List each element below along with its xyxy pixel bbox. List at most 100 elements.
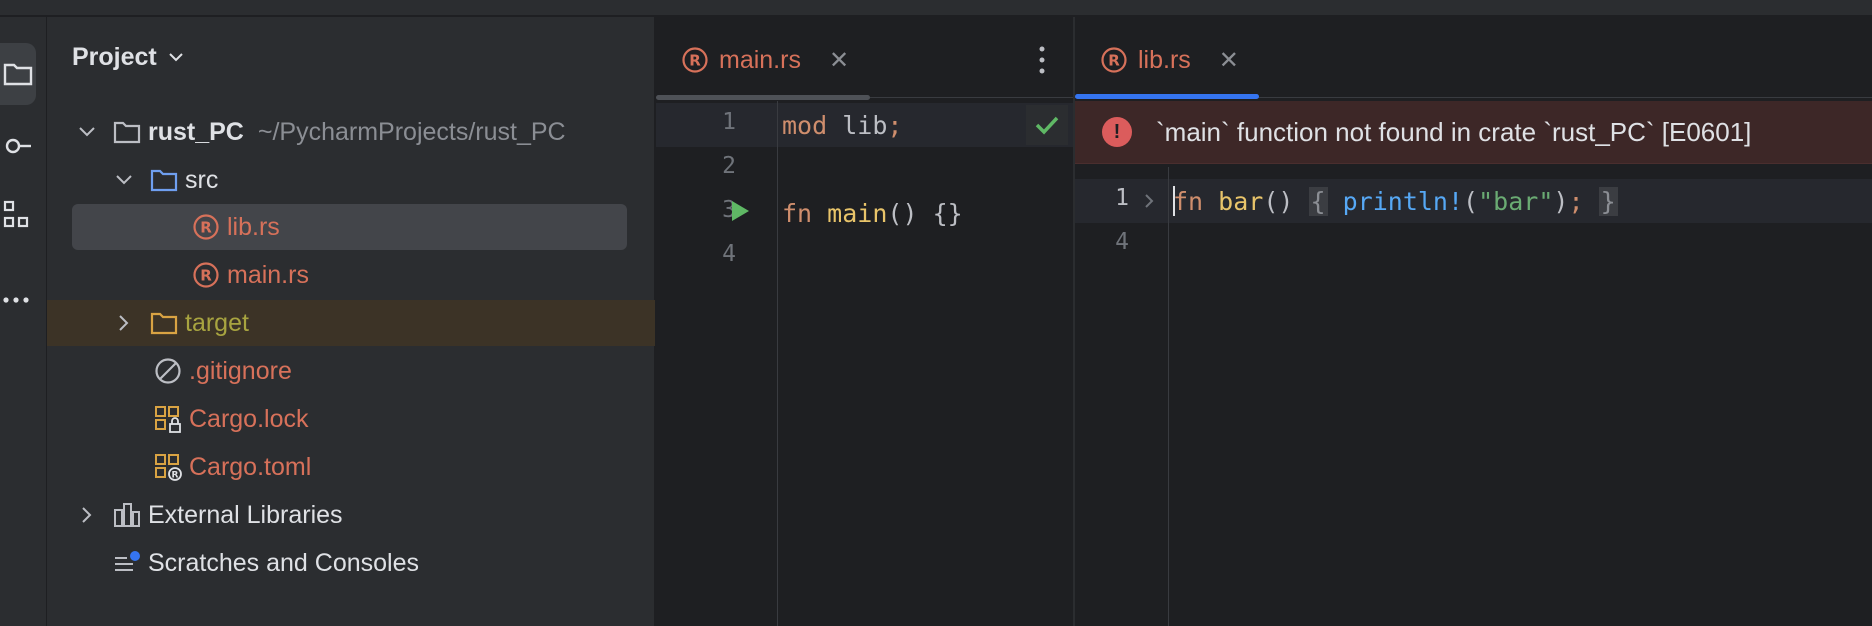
fold-chevron-icon[interactable] <box>1143 192 1155 214</box>
editor-tab-bar: R lib.rs ✕ <box>1075 17 1872 98</box>
line-number: 1 <box>722 109 736 135</box>
tree-node-gitignore[interactable]: .gitignore <box>47 348 760 394</box>
rust-file-icon: R <box>191 260 221 290</box>
folded-brace-token: { <box>1308 186 1328 216</box>
selection-highlight <box>72 204 627 250</box>
tab-lib-rs[interactable]: R lib.rs ✕ <box>1100 37 1239 83</box>
ignore-file-icon <box>153 356 183 386</box>
run-icon[interactable] <box>730 200 750 226</box>
editor-main-rs: R main.rs ✕ 1 2 3 4 mod lib; fn main() {… <box>655 17 1073 626</box>
svg-text:R: R <box>200 219 212 237</box>
panel-title: Project <box>72 42 157 71</box>
punctuation-token: {} <box>932 198 963 228</box>
tree-label: target <box>185 308 249 337</box>
tree-node-scratches[interactable]: Scratches and Consoles <box>47 540 719 586</box>
rust-file-icon: R <box>191 212 221 242</box>
tab-scroll-indicator <box>656 95 870 100</box>
tree-label: lib.rs <box>227 212 280 241</box>
gutter-divider <box>1168 167 1169 626</box>
punctuation-token: ) <box>1553 186 1569 216</box>
tree-node-root[interactable]: rust_PC ~/PycharmProjects/rust_PC <box>47 109 681 155</box>
project-tool-button[interactable] <box>0 43 36 105</box>
svg-text:R: R <box>172 471 179 481</box>
inspection-ok-icon[interactable] <box>1026 105 1068 145</box>
line-number: 4 <box>1115 229 1129 255</box>
tree-label: src <box>185 165 219 194</box>
line-number: 1 <box>1115 185 1129 211</box>
source-folder-icon <box>149 165 179 195</box>
error-icon: ! <box>1102 117 1132 147</box>
error-banner: ! `main` function not found in crate `ru… <box>1075 101 1872 164</box>
chevron-down-icon <box>169 53 183 62</box>
punctuation-token: ; <box>1568 186 1584 216</box>
tree-label: .gitignore <box>189 356 292 385</box>
chevron-right-icon[interactable] <box>111 310 137 336</box>
commit-tool-button[interactable] <box>0 117 36 175</box>
editor-lib-rs: R lib.rs ✕ ! `main` function not found i… <box>1073 17 1872 626</box>
tree-label: Cargo.lock <box>189 404 309 433</box>
more-tools-button[interactable] <box>0 285 36 315</box>
svg-text:R: R <box>689 52 701 70</box>
chevron-right-icon[interactable] <box>74 502 100 528</box>
folded-brace-token: } <box>1598 186 1618 216</box>
function-name-token: bar <box>1218 186 1264 216</box>
cargo-lock-icon <box>153 404 183 434</box>
function-name-token: main <box>827 198 888 228</box>
line-number: 4 <box>722 241 736 267</box>
excluded-folder-icon <box>149 308 179 338</box>
tree-node-src[interactable]: src <box>47 157 718 203</box>
code-line[interactable]: fn bar() { println!("bar"); } <box>1173 179 1618 223</box>
tree-node-cargo-lock[interactable]: Cargo.lock <box>47 396 760 442</box>
folder-icon <box>3 63 33 86</box>
tab-label: main.rs <box>719 45 801 74</box>
punctuation-token: () <box>887 198 918 228</box>
line-number: 2 <box>722 153 736 179</box>
svg-text:R: R <box>1108 52 1120 70</box>
svg-text:R: R <box>200 267 212 285</box>
title-bar <box>0 0 1872 17</box>
structure-icon <box>3 200 29 228</box>
structure-tool-button[interactable] <box>0 185 36 243</box>
punctuation-token: () <box>1263 186 1294 216</box>
active-tab-underline <box>1075 94 1259 99</box>
scratches-icon <box>112 548 142 578</box>
chevron-down-icon[interactable] <box>74 119 100 145</box>
rust-file-icon: R <box>1101 47 1127 73</box>
string-token: "bar" <box>1478 186 1554 216</box>
keyword-token: mod <box>782 110 828 140</box>
identifier-token: lib <box>842 110 888 140</box>
code-line[interactable]: mod lib; <box>782 103 902 147</box>
project-root-name: rust_PC <box>148 117 244 146</box>
folder-icon <box>112 117 142 147</box>
project-panel: Project rust_PC ~/PycharmProjects/rust_P… <box>47 17 718 626</box>
tree-node-external-libraries[interactable]: External Libraries <box>47 492 681 538</box>
gutter-divider <box>777 101 778 626</box>
more-icon <box>3 297 29 303</box>
editor-tab-bar: R main.rs ✕ <box>656 17 1073 98</box>
project-panel-header[interactable]: Project <box>72 41 185 73</box>
tree-node-target[interactable]: target <box>47 300 718 346</box>
close-icon[interactable]: ✕ <box>1219 46 1239 75</box>
project-root-path: ~/PycharmProjects/rust_PC <box>257 117 566 146</box>
more-options-icon[interactable] <box>1032 43 1052 77</box>
cargo-toml-icon: R <box>153 452 183 482</box>
library-icon <box>112 500 142 530</box>
commit-icon <box>5 138 31 154</box>
close-icon[interactable]: ✕ <box>829 46 849 75</box>
tree-node-cargo-toml[interactable]: R Cargo.toml <box>47 444 760 490</box>
code-line[interactable]: fn main() {} <box>782 191 963 235</box>
tree-label: External Libraries <box>148 500 343 529</box>
keyword-token: fn <box>782 198 813 228</box>
tab-label: lib.rs <box>1138 45 1191 74</box>
chevron-down-icon[interactable] <box>111 167 137 193</box>
rust-file-icon: R <box>682 47 708 73</box>
keyword-token: fn <box>1173 186 1204 216</box>
punctuation-token: ; <box>887 110 903 140</box>
error-message: `main` function not found in crate `rust… <box>1156 116 1752 147</box>
tree-label: Scratches and Consoles <box>148 548 419 577</box>
tool-window-strip <box>0 17 47 626</box>
punctuation-token: ( <box>1463 186 1479 216</box>
tree-label: Cargo.toml <box>189 452 312 481</box>
macro-token: println! <box>1342 186 1464 216</box>
tab-main-rs[interactable]: R main.rs ✕ <box>681 37 849 83</box>
